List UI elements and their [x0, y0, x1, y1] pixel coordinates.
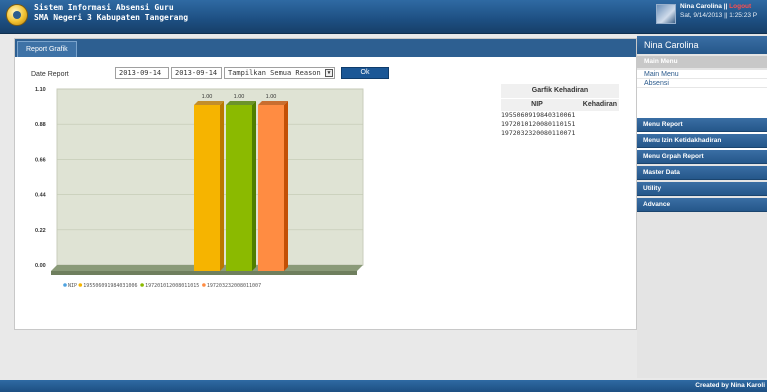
main-panel: Report Grafik Date Report 2013-09-14 201… [14, 38, 637, 330]
legend-marker [63, 283, 67, 287]
cell-kehadiran: 1 [571, 120, 576, 128]
date-report-label: Date Report [31, 71, 69, 78]
tab-report-grafik[interactable]: Report Grafik [17, 41, 77, 57]
menu-izin-ketidakhadiran[interactable]: Menu Izin Ketidakhadiran [637, 134, 767, 148]
footer-credit: Created by Nina Karoli [695, 382, 765, 389]
sidebar-user: Nina Carolina [637, 36, 767, 54]
main-menu-heading: Main Menu [637, 56, 767, 68]
legend-marker [140, 283, 144, 287]
cell-nip: 197203232008011007 [501, 129, 572, 137]
menu-report[interactable]: Menu Report [637, 118, 767, 132]
dropdown-arrow-icon[interactable]: ▼ [325, 69, 333, 77]
menu-graph-report[interactable]: Menu Grpah Report [637, 150, 767, 164]
legend-label: 197203232008011007 [207, 283, 261, 289]
sidebar-link-main-menu[interactable]: Main Menu [637, 70, 767, 79]
y-tick-label: 0.44 [35, 193, 47, 199]
school-logo-icon [6, 4, 28, 26]
header-nip: NIP [531, 101, 543, 108]
kehadiran-table: Garfik Kehadiran NIP Kehadiran 195506091… [501, 84, 619, 138]
ok-button[interactable]: Ok [341, 67, 389, 79]
sidebar-link-absensi[interactable]: Absensi [637, 79, 767, 88]
header-kehadiran: Kehadiran [582, 101, 617, 108]
user-box: Nina Carolina || Logout Sat, 9/14/2013 |… [656, 3, 767, 29]
table-row: 197201012008011015 1 [501, 120, 619, 129]
app-title: Sistem Informasi Absensi Guru SMA Negeri… [34, 3, 188, 23]
legend-marker [202, 283, 206, 287]
menu-master-data[interactable]: Master Data [637, 166, 767, 180]
cell-kehadiran: 1 [571, 129, 576, 137]
menu-advance[interactable]: Advance [637, 198, 767, 212]
cell-nip: 197201012008011015 [501, 120, 572, 128]
footer: Created by Nina Karoli [0, 380, 767, 392]
attendance-chart: 0.00 0.22 0.44 0.66 0.88 1.10 1.00 1.00 1.00 NIP 1… [35, 87, 364, 289]
legend-label: NIP [68, 283, 77, 289]
table-row: 195506091984031006 1 [501, 111, 619, 120]
datetime: Sat, 9/14/2013 || 1:25:23 P [680, 12, 758, 19]
user-avatar [656, 4, 676, 24]
bar-value-label: 1.00 [234, 94, 245, 100]
y-tick-label: 0.22 [35, 228, 46, 234]
cell-nip: 195506091984031006 [501, 111, 572, 119]
menu-utility[interactable]: Utility [637, 182, 767, 196]
bar-value-label: 1.00 [266, 94, 277, 100]
legend-marker [78, 283, 83, 287]
tab-bar: Report Grafik [15, 39, 636, 57]
bar-top [194, 101, 224, 105]
y-tick-label: 0.66 [35, 157, 46, 163]
app-title-line1: Sistem Informasi Absensi Guru [34, 3, 174, 12]
y-tick-label: 0.00 [35, 263, 46, 269]
date-to-input[interactable]: 2013-09-14 [171, 67, 222, 79]
bar-side [220, 101, 224, 271]
reason-select-value: Tampilkan Semua Reason [228, 69, 321, 77]
bar-side [284, 101, 288, 271]
table-title: Garfik Kehadiran [501, 84, 619, 98]
legend-label: 195506091984031006 [83, 283, 137, 289]
cell-kehadiran: 1 [571, 111, 576, 119]
bar-value-label: 1.00 [202, 94, 213, 100]
legend-label: 197201012008011015 [145, 283, 199, 289]
bar-top [226, 101, 256, 105]
table-row: 197203232008011007 1 [501, 129, 619, 138]
bar [226, 105, 252, 271]
bar [194, 105, 220, 271]
y-tick-label: 1.10 [35, 87, 46, 93]
table-header: NIP Kehadiran [501, 98, 619, 111]
date-from-input[interactable]: 2013-09-14 [115, 67, 169, 79]
bar [258, 105, 284, 271]
y-tick-label: 0.88 [35, 122, 46, 128]
app-header: Sistem Informasi Absensi Guru SMA Negeri… [0, 0, 767, 34]
chart-floor-front [51, 271, 357, 275]
bar-top [258, 101, 288, 105]
sidebar: Nina Carolina Main Menu Main Menu Absens… [637, 34, 767, 378]
app-title-line2: SMA Negeri 3 Kabupaten Tangerang [34, 13, 189, 22]
user-name: Nina Carolina || Logout [680, 3, 751, 10]
bar-side [252, 101, 256, 271]
user-name-text: Nina Carolina || [680, 3, 728, 10]
reason-select[interactable]: Tampilkan Semua Reason ▼ [224, 67, 335, 79]
logout-link[interactable]: Logout [729, 3, 751, 10]
